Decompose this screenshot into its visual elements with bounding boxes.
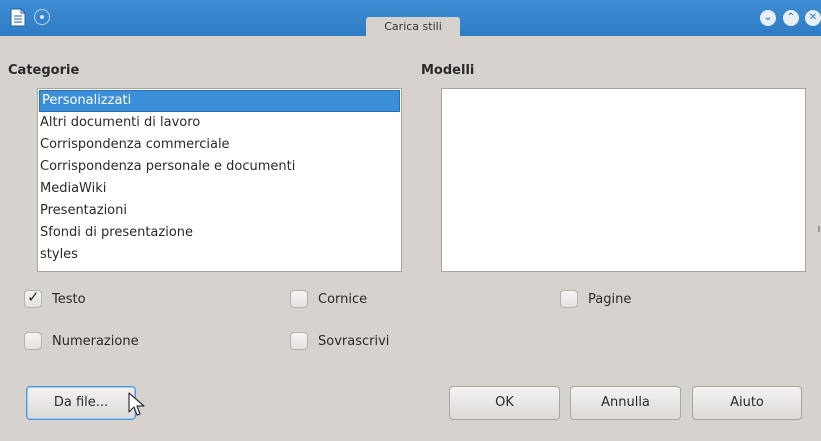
cornice-checkbox-box[interactable] — [290, 290, 308, 308]
sovrascrivi-checkbox-box[interactable] — [290, 332, 308, 350]
testo-label: Testo — [52, 291, 86, 307]
sovrascrivi-label: Sovrascrivi — [318, 333, 390, 349]
mouse-pointer-icon — [128, 392, 145, 416]
window-title: Carica stili — [366, 17, 460, 36]
maximize-icon[interactable]: ⌃ — [783, 10, 799, 26]
list-item-sfondi[interactable]: Sfondi di presentazione — [38, 222, 401, 244]
close-icon[interactable]: ✕ — [805, 10, 821, 26]
list-item-mediawiki[interactable]: MediaWiki — [38, 178, 401, 200]
pagine-checkbox[interactable]: Pagine — [560, 290, 631, 308]
numerazione-checkbox[interactable]: Numerazione — [24, 332, 139, 350]
sovrascrivi-checkbox[interactable]: Sovrascrivi — [290, 332, 389, 350]
testo-checkbox-box[interactable]: ✓ — [24, 288, 42, 308]
window-menu-icon[interactable] — [34, 9, 50, 25]
cornice-checkbox[interactable]: Cornice — [290, 290, 367, 308]
list-item-personalizzati[interactable]: Personalizzati — [39, 90, 400, 112]
document-icon — [10, 8, 26, 27]
categorie-list[interactable]: Personalizzati Altri documenti di lavoro… — [37, 88, 402, 272]
ok-button[interactable]: OK — [449, 386, 560, 420]
list-item-corrispondenza-personale[interactable]: Corrispondenza personale e documenti — [38, 156, 401, 178]
da-file-button[interactable]: Da file... — [26, 386, 136, 420]
numerazione-checkbox-box[interactable] — [24, 332, 42, 350]
list-item-styles[interactable]: styles — [38, 244, 401, 266]
modelli-list[interactable] — [441, 88, 806, 272]
list-item-presentazioni[interactable]: Presentazioni — [38, 200, 401, 222]
annulla-button[interactable]: Annulla — [570, 386, 681, 420]
list-item-altri-documenti[interactable]: Altri documenti di lavoro — [38, 112, 401, 134]
resize-edge-marker — [818, 226, 820, 232]
cornice-label: Cornice — [318, 291, 368, 307]
minimize-icon[interactable]: ⌄ — [760, 10, 776, 26]
aiuto-button[interactable]: Aiuto — [692, 386, 802, 420]
pagine-checkbox-box[interactable] — [560, 290, 578, 308]
testo-checkbox[interactable]: ✓ Testo — [24, 288, 86, 308]
list-item-corrispondenza-commerciale[interactable]: Corrispondenza commerciale — [38, 134, 401, 156]
checkmark-icon: ✓ — [27, 288, 40, 306]
modelli-heading: Modelli — [421, 63, 475, 78]
numerazione-label: Numerazione — [52, 333, 139, 349]
title-bar[interactable]: Carica stili ⌄ ⌃ ✕ — [0, 0, 821, 36]
pagine-label: Pagine — [588, 291, 632, 307]
categorie-heading: Categorie — [8, 63, 80, 78]
